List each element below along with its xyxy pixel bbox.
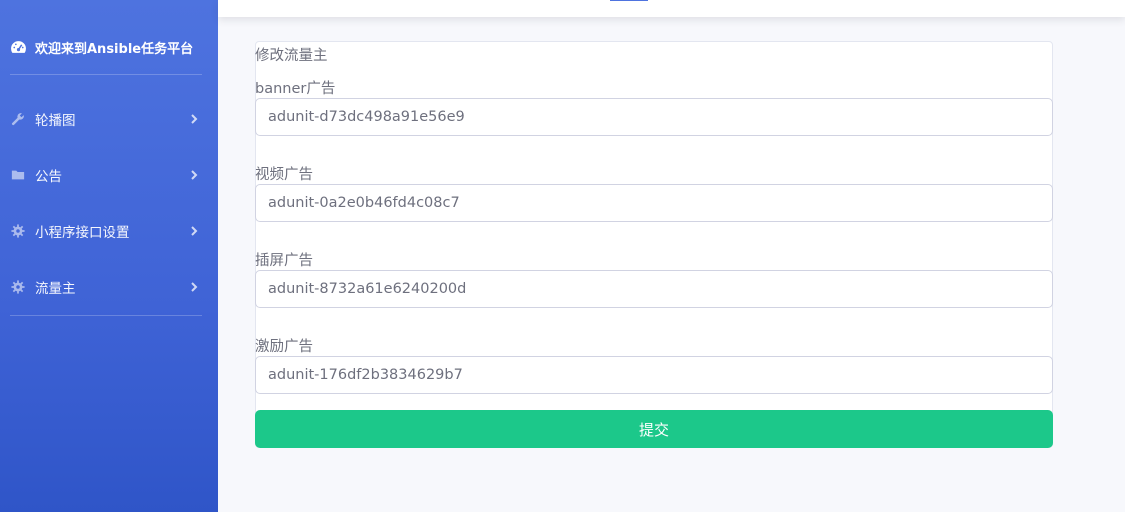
banner-ad-label: banner广告 <box>255 81 336 97</box>
rewarded-ad-input[interactable] <box>255 356 1053 394</box>
sidebar-item-traffic-master[interactable]: 流量主 <box>10 275 202 299</box>
form-title: 修改流量主 <box>255 48 328 64</box>
sidebar-item-label: 轮播图 <box>35 113 76 129</box>
sidebar-item-label: 公告 <box>35 169 62 185</box>
brand-title: 欢迎来到Ansible任务平台 <box>35 41 194 57</box>
topbar <box>218 0 1125 17</box>
sidebar-item-label: 流量主 <box>35 281 76 297</box>
sidebar-item-miniprogram-api[interactable]: 小程序接口设置 <box>10 219 202 243</box>
chevron-right-icon <box>188 225 200 237</box>
interstitial-ad-input[interactable] <box>255 270 1053 308</box>
chevron-right-icon <box>188 169 200 181</box>
wrench-icon <box>10 111 26 127</box>
sidebar-item-announcement[interactable]: 公告 <box>10 163 202 187</box>
chevron-right-icon <box>188 113 200 125</box>
banner-ad-input[interactable] <box>255 98 1053 136</box>
video-ad-input[interactable] <box>255 184 1053 222</box>
sidebar-item-label: 小程序接口设置 <box>35 225 130 241</box>
sidebar-item-carousel[interactable]: 轮播图 <box>10 107 202 131</box>
rewarded-ad-label: 激励广告 <box>255 339 313 355</box>
search-button[interactable] <box>610 0 648 1</box>
folder-icon <box>10 167 26 183</box>
interstitial-ad-label: 插屏广告 <box>255 253 313 269</box>
sidebar-brand[interactable]: 欢迎来到Ansible任务平台 <box>10 36 193 58</box>
sidebar-divider <box>10 315 202 316</box>
tachometer-icon <box>10 39 27 56</box>
sidebar: 欢迎来到Ansible任务平台 轮播图 公告 小程序接口设置 流量主 <box>0 0 218 512</box>
chevron-right-icon <box>188 281 200 293</box>
video-ad-label: 视频广告 <box>255 167 313 183</box>
cog-icon <box>10 279 26 295</box>
submit-button[interactable]: 提交 <box>255 410 1053 448</box>
sidebar-divider <box>10 74 202 75</box>
cog-icon <box>10 223 26 239</box>
